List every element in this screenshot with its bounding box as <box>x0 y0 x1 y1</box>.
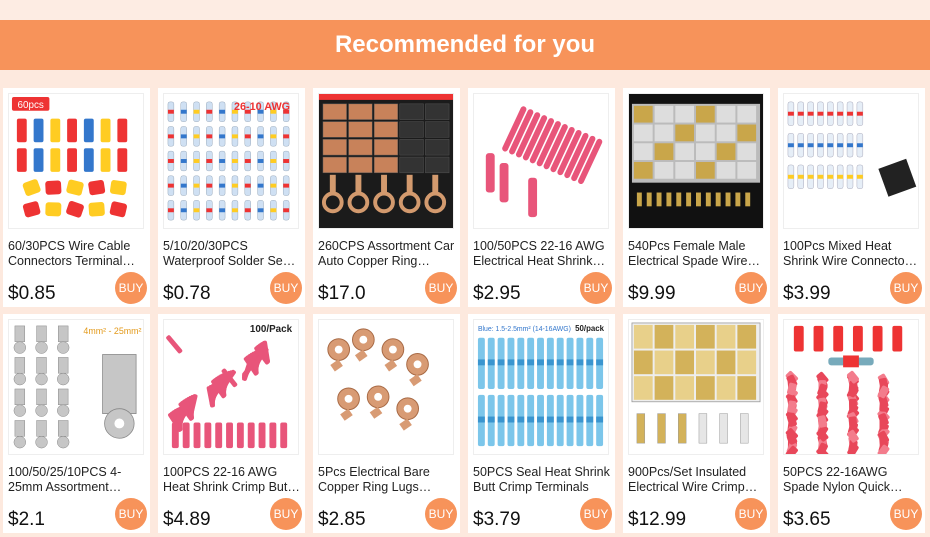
product-price: $0.78 <box>163 283 211 304</box>
buy-button[interactable]: BUY <box>270 272 302 304</box>
product-title[interactable]: 260CPS Assortment Car Auto Copper Ring T… <box>318 239 456 269</box>
product-card[interactable]: 50PCS 22-16AWG Spade Nylon Quick Disconn… <box>778 314 925 533</box>
tinned-lug-image[interactable]: 4mm² - 25mm² <box>8 319 144 455</box>
buy-button[interactable]: BUY <box>425 498 457 530</box>
buy-button[interactable]: BUY <box>580 498 612 530</box>
product-title[interactable]: 60/30PCS Wire Cable Connectors Terminal … <box>8 239 146 269</box>
red-spade-nylon-image[interactable] <box>783 319 919 455</box>
product-title[interactable]: 50PCS Seal Heat Shrink Butt Crimp Termin… <box>473 465 611 495</box>
copper-ring-kit-image[interactable] <box>318 93 454 229</box>
blue-butt-connector-image[interactable]: Blue: 1.5-2.5mm² (14-16AWG) 50/pack <box>473 319 609 455</box>
pink-crimp-pack-image[interactable]: 100/Pack <box>163 319 299 455</box>
buy-button[interactable]: BUY <box>115 498 147 530</box>
product-card[interactable]: 100Pcs Mixed Heat Shrink Wire Connectors… <box>778 88 925 307</box>
product-card[interactable]: 260CPS Assortment Car Auto Copper Ring T… <box>313 88 460 307</box>
recommended-banner: Recommended for you <box>0 20 930 70</box>
product-card[interactable]: 540Pcs Female Male Electrical Spade Wire… <box>623 88 770 307</box>
product-title[interactable]: 100PCS 22-16 AWG Heat Shrink Crimp Butt … <box>163 465 301 495</box>
product-title[interactable]: 5Pcs Electrical Bare Copper Ring Lugs Te… <box>318 465 456 495</box>
buy-button[interactable]: BUY <box>735 272 767 304</box>
svg-text:26-10 AWG: 26-10 AWG <box>234 101 290 113</box>
buy-button[interactable]: BUY <box>890 272 922 304</box>
buy-button[interactable]: BUY <box>115 272 147 304</box>
product-price: $17.0 <box>318 283 366 304</box>
product-price: $0.85 <box>8 283 56 304</box>
product-price: $9.99 <box>628 283 676 304</box>
svg-text:50/pack: 50/pack <box>575 324 605 333</box>
solder-seal-image[interactable]: 26-10 AWG <box>163 93 299 229</box>
product-card[interactable]: 4mm² - 25mm² 100/50/25/10PCS 4-25mm Assor… <box>3 314 150 533</box>
product-price: $2.85 <box>318 509 366 530</box>
buy-button[interactable]: BUY <box>580 272 612 304</box>
product-card[interactable]: 100/50PCS 22-16 AWG Electrical Heat Shri… <box>468 88 615 307</box>
product-title[interactable]: 100Pcs Mixed Heat Shrink Wire Connectors… <box>783 239 921 269</box>
product-card[interactable]: 900Pcs/Set Insulated Electrical Wire Cri… <box>623 314 770 533</box>
product-price: $3.79 <box>473 509 521 530</box>
buy-button[interactable]: BUY <box>425 272 457 304</box>
product-price: $4.89 <box>163 509 211 530</box>
buy-button[interactable]: BUY <box>735 498 767 530</box>
product-title[interactable]: 50PCS 22-16AWG Spade Nylon Quick Disconn… <box>783 465 921 495</box>
product-price: $3.65 <box>783 509 831 530</box>
product-title[interactable]: 540Pcs Female Male Electrical Spade Wire… <box>628 239 766 269</box>
product-price: $3.99 <box>783 283 831 304</box>
wire-connectors-image[interactable]: 60pcs <box>8 93 144 229</box>
product-card[interactable]: 60pcs 60/30PCS Wire Cable Connectors Term… <box>3 88 150 307</box>
product-title[interactable]: 900Pcs/Set Insulated Electrical Wire Cri… <box>628 465 766 495</box>
banner-title: Recommended for you <box>334 31 596 58</box>
product-card[interactable]: 100/Pack 100PCS 22-16 AWG Heat Shrink Cri… <box>158 314 305 533</box>
pink-butt-connector-image[interactable] <box>473 93 609 229</box>
product-price: $2.95 <box>473 283 521 304</box>
product-title[interactable]: 5/10/20/30PCS Waterproof Solder Seal Wir… <box>163 239 301 269</box>
gold-terminal-box-image[interactable] <box>628 319 764 455</box>
svg-text:4mm² - 25mm²: 4mm² - 25mm² <box>83 326 141 336</box>
product-card[interactable]: 5Pcs Electrical Bare Copper Ring Lugs Te… <box>313 314 460 533</box>
product-card[interactable]: 26-10 AWG 5/10/20/30PCS Waterproof Solder… <box>158 88 305 307</box>
top-strip <box>0 0 930 20</box>
svg-text:100/Pack: 100/Pack <box>250 324 293 335</box>
product-title[interactable]: 100/50/25/10PCS 4-25mm Assortment Tinned… <box>8 465 146 495</box>
svg-text:Blue: 1.5-2.5mm² (14-16AWG): Blue: 1.5-2.5mm² (14-16AWG) <box>478 326 571 333</box>
svg-text:60pcs: 60pcs <box>18 100 44 111</box>
product-price: $2.1 <box>8 509 45 530</box>
buy-button[interactable]: BUY <box>270 498 302 530</box>
buy-button[interactable]: BUY <box>890 498 922 530</box>
mixed-heat-shrink-image[interactable] <box>783 93 919 229</box>
product-title[interactable]: 100/50PCS 22-16 AWG Electrical Heat Shri… <box>473 239 611 269</box>
product-card[interactable]: Blue: 1.5-2.5mm² (14-16AWG) 50/pack 50PCS … <box>468 314 615 533</box>
bare-copper-lug-image[interactable] <box>318 319 454 455</box>
spade-terminal-box-image[interactable] <box>628 93 764 229</box>
product-price: $12.99 <box>628 509 687 530</box>
